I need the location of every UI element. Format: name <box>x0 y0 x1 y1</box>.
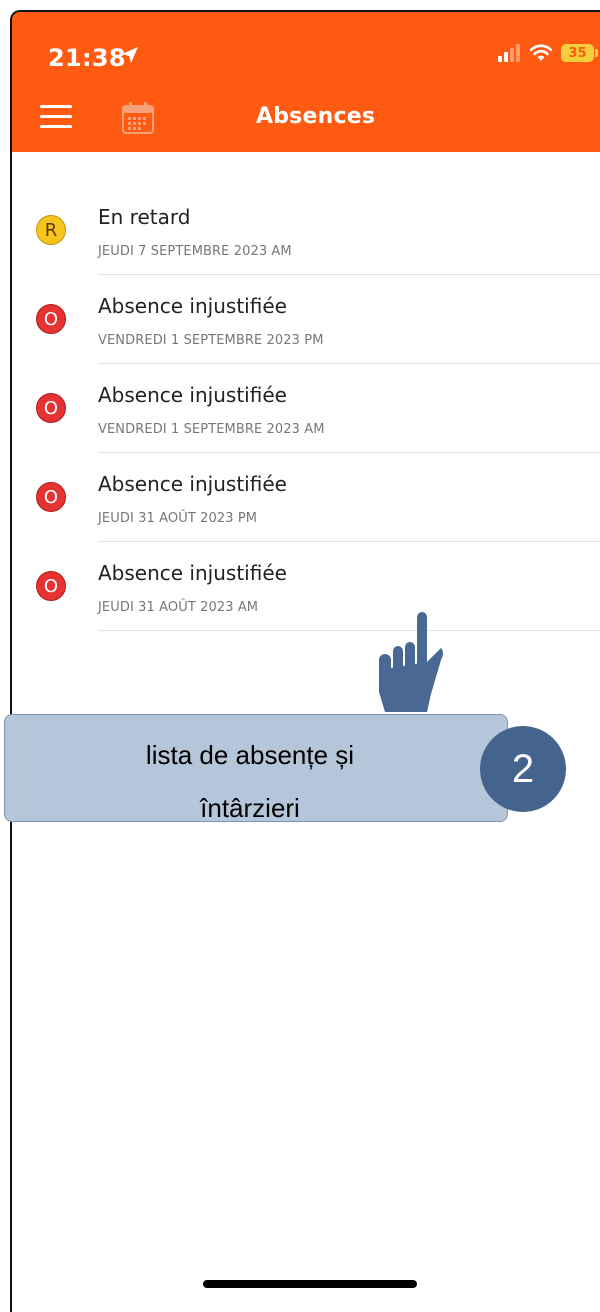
absence-date: JEUDI 31 AOÛT 2023 PM <box>98 511 258 526</box>
location-arrow-icon <box>122 47 138 63</box>
page-title: Absences <box>256 104 376 129</box>
status-badge: R <box>36 215 66 245</box>
list-item[interactable]: O Absence injustifiée VENDREDI 1 SEPTEMB… <box>12 275 600 364</box>
status-badge: O <box>36 304 66 334</box>
annotation-text-line2: întârzieri <box>200 793 300 823</box>
status-badge: O <box>36 393 66 423</box>
divider <box>98 630 600 631</box>
pointing-hand-icon <box>379 612 443 712</box>
annotation-callout: lista de absențe și întârzieri <box>4 714 508 823</box>
battery-level: 35 <box>568 45 587 61</box>
list-item[interactable]: R En retard JEUDI 7 SEPTEMBRE 2023 AM <box>12 186 600 275</box>
absence-date: JEUDI 7 SEPTEMBRE 2023 AM <box>98 244 292 259</box>
battery-icon: 35 <box>561 44 598 62</box>
list-item[interactable]: O Absence injustifiée JEUDI 31 AOÛT 2023… <box>12 453 600 542</box>
status-time: 21:38 <box>48 44 126 72</box>
calendar-icon[interactable] <box>120 100 156 136</box>
status-badge: O <box>36 482 66 512</box>
status-icons: 35 <box>497 44 598 62</box>
annotation-text-line1: lista de absențe și <box>145 740 355 770</box>
phone-screen: 21:38 35 Absences R En retard JEUDI 7 SE… <box>10 10 600 1312</box>
wifi-icon <box>529 44 553 61</box>
app-header: 21:38 35 Absences <box>12 12 600 152</box>
absence-list: R En retard JEUDI 7 SEPTEMBRE 2023 AM O … <box>12 186 600 631</box>
list-item[interactable]: O Absence injustifiée JEUDI 31 AOÛT 2023… <box>12 542 600 631</box>
absence-type: Absence injustifiée <box>98 561 287 585</box>
list-item[interactable]: O Absence injustifiée VENDREDI 1 SEPTEMB… <box>12 364 600 453</box>
signal-icon <box>498 44 520 62</box>
absence-date: VENDREDI 1 SEPTEMBRE 2023 PM <box>98 333 324 348</box>
absence-date: JEUDI 31 AOÛT 2023 AM <box>98 600 259 615</box>
absence-date: VENDREDI 1 SEPTEMBRE 2023 AM <box>98 422 325 437</box>
absence-type: Absence injustifiée <box>98 294 287 318</box>
absence-type: Absence injustifiée <box>98 472 287 496</box>
absence-type: Absence injustifiée <box>98 383 287 407</box>
menu-icon[interactable] <box>40 105 72 129</box>
status-badge: O <box>36 571 66 601</box>
step-number-badge: 2 <box>480 726 566 812</box>
home-indicator[interactable] <box>203 1280 417 1288</box>
absence-type: En retard <box>98 205 191 229</box>
